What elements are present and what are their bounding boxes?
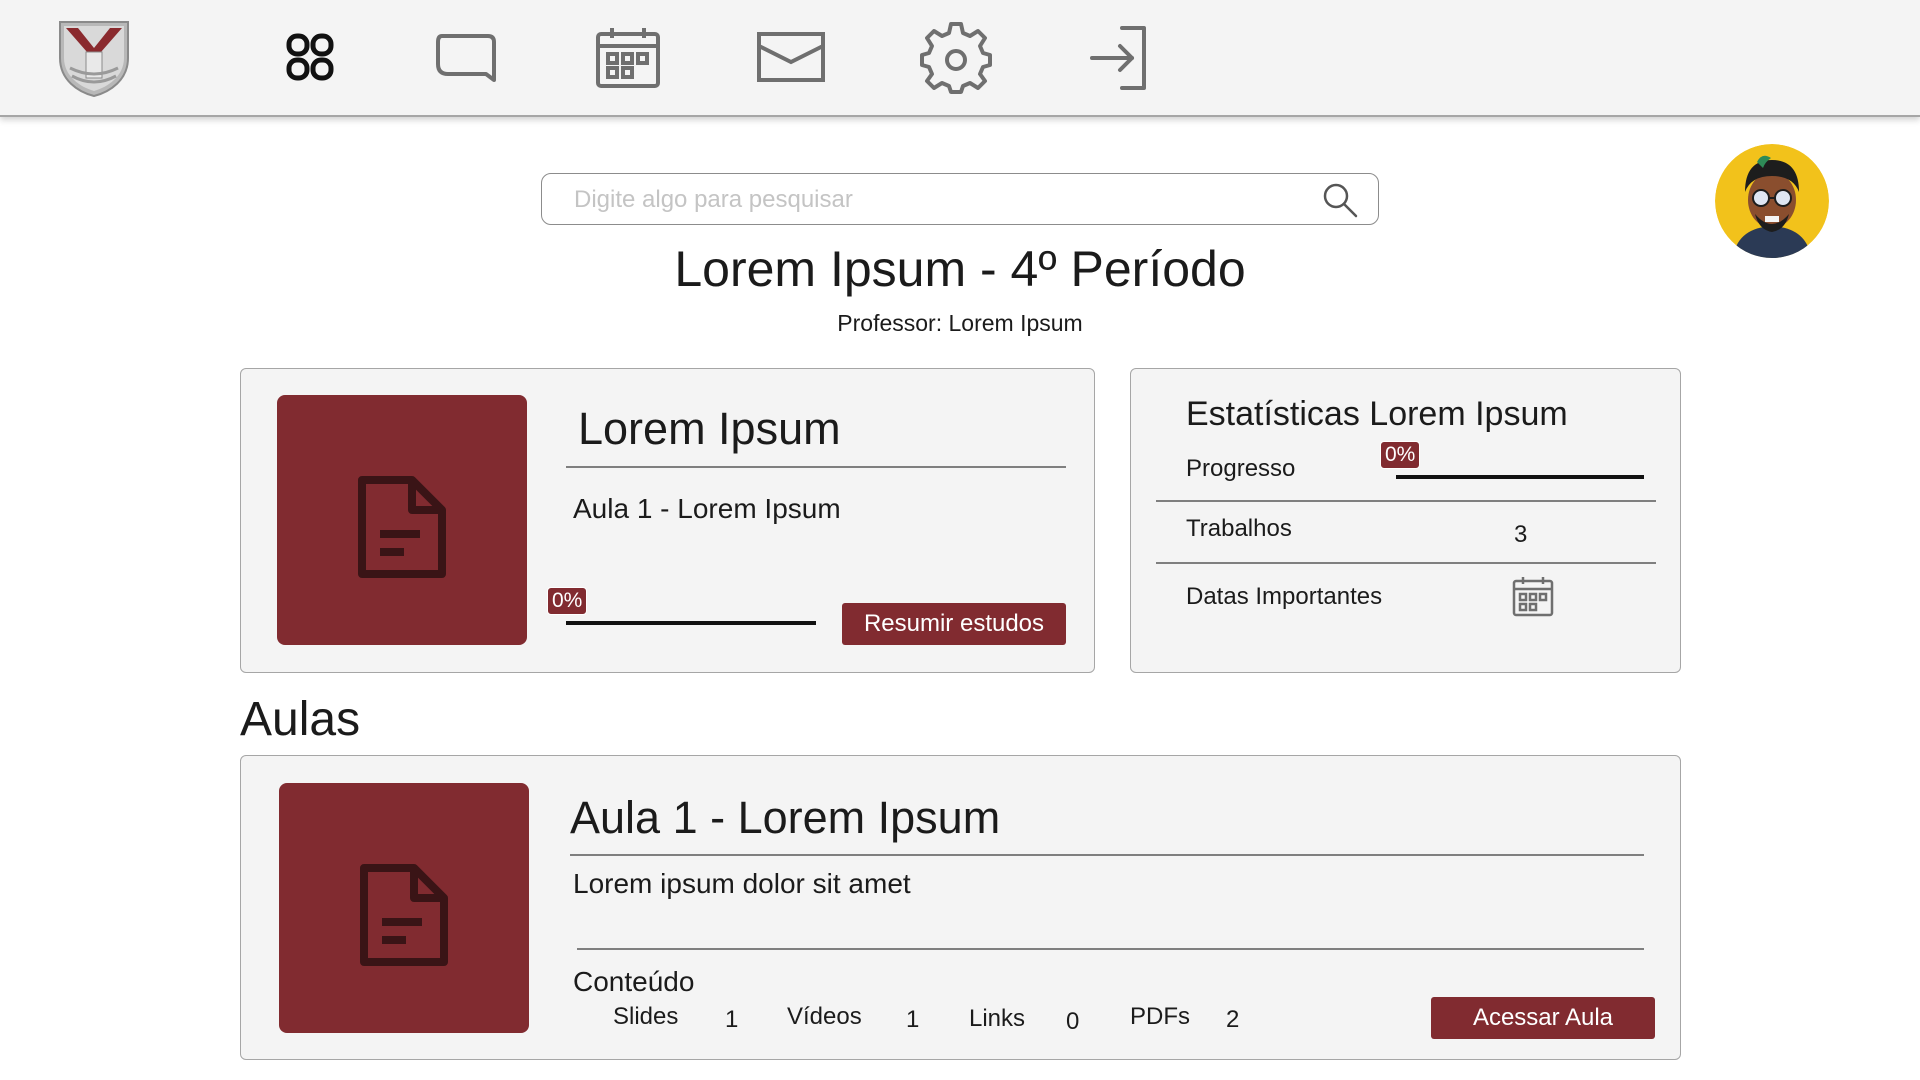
videos-count: 1	[906, 1006, 920, 1033]
lessons-section-title: Aulas	[240, 693, 361, 746]
calendar-icon[interactable]	[1511, 575, 1555, 619]
calendar-icon[interactable]	[590, 20, 666, 96]
pdfs-label: PDFs	[1130, 1003, 1190, 1030]
progress-percent-badge: 0%	[547, 587, 588, 615]
divider	[577, 948, 1644, 950]
document-icon	[358, 476, 446, 578]
access-lesson-button[interactable]: Acessar Aula	[1431, 997, 1655, 1039]
slides-count: 1	[725, 1006, 739, 1033]
slides-label: Slides	[613, 1003, 679, 1030]
statistics-title: Estatísticas Lorem Ipsum	[1186, 395, 1568, 433]
important-dates-label: Datas Importantes	[1186, 583, 1383, 610]
university-crest-logo[interactable]	[56, 18, 132, 98]
professor-subtitle: Professor: Lorem Ipsum	[837, 310, 1083, 336]
links-count: 0	[1066, 1008, 1080, 1035]
course-card-title: Lorem Ipsum	[578, 403, 841, 454]
progress-bar	[566, 621, 816, 625]
mail-icon[interactable]	[753, 20, 829, 96]
grid-icon[interactable]	[272, 20, 348, 96]
page-title: Lorem Ipsum - 4º Período	[674, 241, 1246, 297]
trabalhos-count: 3	[1514, 521, 1528, 548]
videos-label: Vídeos	[787, 1003, 862, 1030]
document-thumbnail	[277, 395, 527, 645]
progress-label: Progresso	[1186, 455, 1296, 482]
current-lesson-label: Aula 1 - Lorem Ipsum	[573, 493, 841, 524]
content-label: Conteúdo	[573, 966, 695, 997]
lesson-card: Aula 1 - Lorem Ipsum Lorem ipsum dolor s…	[240, 755, 1681, 1060]
divider	[566, 466, 1066, 468]
chat-bubble-icon[interactable]	[428, 20, 504, 96]
divider	[1156, 562, 1656, 564]
document-thumbnail	[279, 783, 529, 1033]
search-input[interactable]	[572, 182, 1276, 218]
divider	[570, 854, 1644, 856]
summarize-studies-button[interactable]: Resumir estudos	[842, 603, 1066, 645]
search-icon[interactable]	[1322, 182, 1358, 218]
top-nav-bar	[0, 0, 1920, 117]
course-summary-card: Lorem Ipsum Aula 1 - Lorem Ipsum 0% Resu…	[240, 368, 1095, 673]
links-label: Links	[969, 1005, 1026, 1032]
statistics-card: Estatísticas Lorem Ipsum Progresso 0% Tr…	[1130, 368, 1681, 673]
progress-bar	[1396, 475, 1644, 479]
document-icon	[360, 864, 448, 966]
gear-icon[interactable]	[918, 20, 994, 96]
logout-icon[interactable]	[1082, 20, 1158, 96]
lesson-description: Lorem ipsum dolor sit amet	[573, 868, 911, 899]
lesson-title: Aula 1 - Lorem Ipsum	[570, 792, 1001, 843]
trabalhos-label: Trabalhos	[1186, 515, 1292, 542]
progress-percent-badge: 0%	[1380, 441, 1421, 469]
divider	[1156, 500, 1656, 502]
pdfs-count: 2	[1226, 1006, 1240, 1033]
search-bar	[541, 173, 1379, 225]
